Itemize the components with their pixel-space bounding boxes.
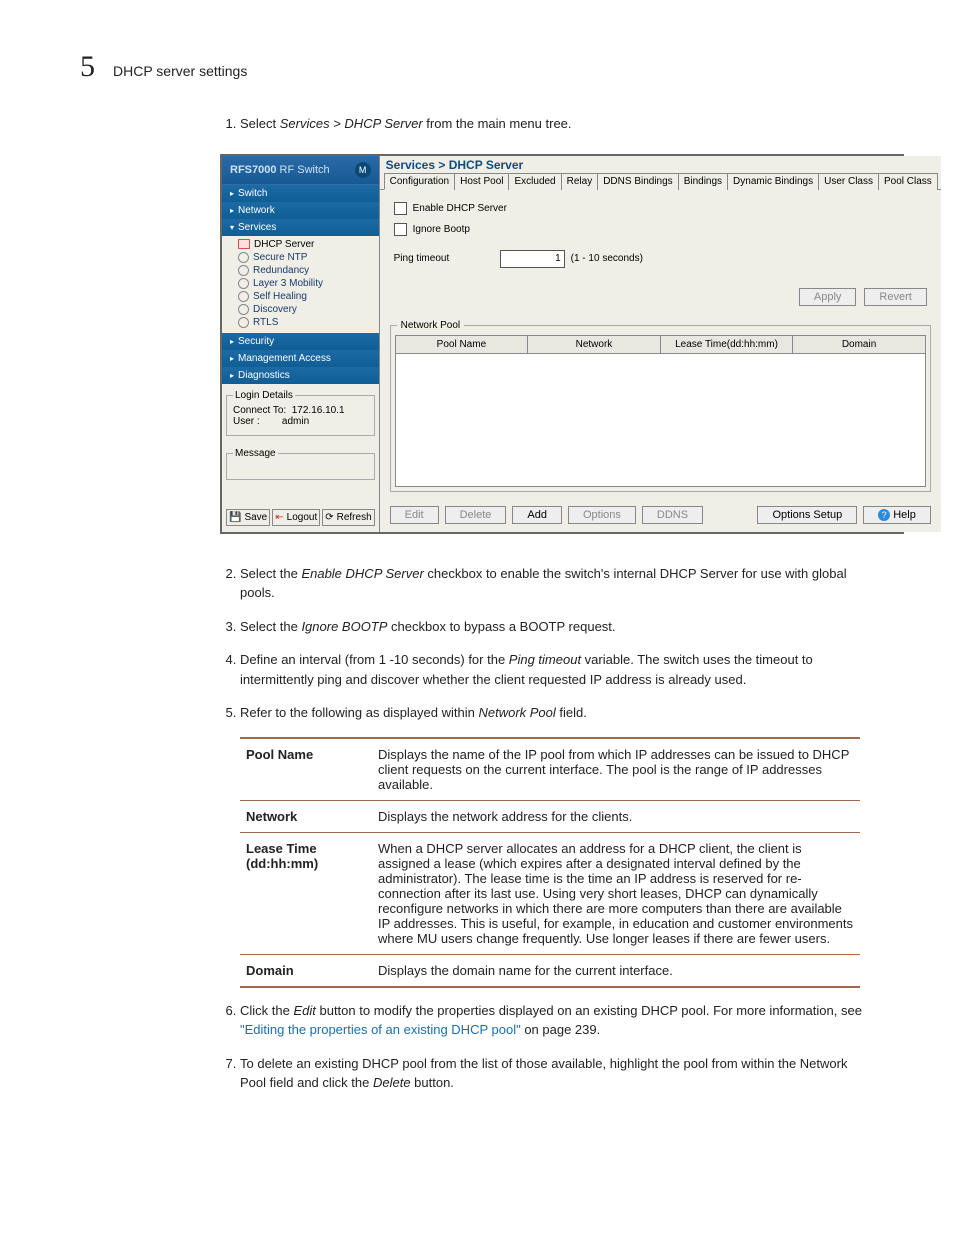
col-domain[interactable]: Domain — [793, 336, 925, 353]
step-3: Select the Ignore BOOTP checkbox to bypa… — [240, 617, 874, 637]
app-screenshot: RFS7000 RF Switch M ▸Switch ▸Network ▾Se… — [220, 154, 904, 534]
mobility-icon — [238, 278, 249, 289]
tab-relay[interactable]: Relay — [561, 173, 599, 190]
ignore-bootp-checkbox[interactable] — [394, 223, 407, 236]
step-2: Select the Enable DHCP Server checkbox t… — [240, 564, 874, 603]
nav-security[interactable]: ▸Security — [222, 333, 379, 350]
options-setup-button[interactable]: Options Setup — [757, 506, 857, 524]
nav-self-healing[interactable]: Self Healing — [238, 290, 379, 303]
sidebar: RFS7000 RF Switch M ▸Switch ▸Network ▾Se… — [222, 156, 380, 532]
message-box: Message — [226, 448, 375, 480]
page-number: 5 — [80, 50, 95, 84]
ping-timeout-input[interactable]: 1 — [500, 250, 565, 268]
options-button[interactable]: Options — [568, 506, 636, 524]
tab-user-class[interactable]: User Class — [818, 173, 879, 190]
refresh-button[interactable]: ⟳Refresh — [322, 509, 374, 526]
nav-discovery[interactable]: Discovery — [238, 303, 379, 316]
refresh-icon: ⟳ — [325, 512, 333, 523]
apply-button[interactable]: Apply — [799, 288, 857, 306]
tab-excluded[interactable]: Excluded — [508, 173, 561, 190]
tab-pool-class[interactable]: Pool Class — [878, 173, 938, 190]
edit-pool-link[interactable]: "Editing the properties of an existing D… — [240, 1022, 521, 1037]
content-pane: Services > DHCP Server Configuration Hos… — [380, 156, 941, 532]
nav-switch[interactable]: ▸Switch — [222, 185, 379, 202]
nav-management-access[interactable]: ▸Management Access — [222, 350, 379, 367]
rtls-icon — [238, 317, 249, 328]
field-description-table: Pool NameDisplays the name of the IP poo… — [240, 737, 860, 988]
delete-button[interactable]: Delete — [445, 506, 507, 524]
sidebar-title: RFS7000 RF Switch M — [222, 156, 379, 184]
tab-bar: Configuration Host Pool Excluded Relay D… — [380, 172, 941, 190]
add-button[interactable]: Add — [512, 506, 562, 524]
nav-diagnostics[interactable]: ▸Diagnostics — [222, 367, 379, 384]
nav-services-children: DHCP Server Secure NTP Redundancy Layer … — [222, 236, 379, 333]
discovery-icon — [238, 304, 249, 315]
step-1: Select Services > DHCP Server from the m… — [240, 114, 874, 134]
tab-configuration[interactable]: Configuration — [384, 173, 455, 190]
healing-icon — [238, 291, 249, 302]
clock-icon — [238, 252, 249, 263]
help-button[interactable]: ?Help — [863, 506, 931, 524]
redundancy-icon — [238, 265, 249, 276]
enable-dhcp-checkbox[interactable] — [394, 202, 407, 215]
ping-timeout-hint: (1 - 10 seconds) — [571, 253, 643, 264]
ignore-bootp-label: Ignore Bootp — [413, 224, 470, 235]
nav-layer3-mobility[interactable]: Layer 3 Mobility — [238, 277, 379, 290]
step-6: Click the Edit button to modify the prop… — [240, 1001, 874, 1040]
nav-dhcp-server[interactable]: DHCP Server — [238, 238, 379, 251]
brand-logo-icon: M — [355, 162, 371, 178]
ddns-button[interactable]: DDNS — [642, 506, 703, 524]
step-7: To delete an existing DHCP pool from the… — [240, 1054, 874, 1093]
step-5: Refer to the following as displayed with… — [240, 703, 874, 723]
nav-rtls[interactable]: RTLS — [238, 316, 379, 329]
edit-button[interactable]: Edit — [390, 506, 439, 524]
logout-icon: ⇤ — [275, 512, 283, 523]
tab-host-pool[interactable]: Host Pool — [454, 173, 509, 190]
ping-timeout-label: Ping timeout — [394, 253, 494, 264]
col-pool-name[interactable]: Pool Name — [396, 336, 529, 353]
col-lease-time[interactable]: Lease Time(dd:hh:mm) — [661, 336, 794, 353]
nav-network[interactable]: ▸Network — [222, 202, 379, 219]
network-pool-table[interactable]: Pool Name Network Lease Time(dd:hh:mm) D… — [395, 335, 926, 487]
page-title: DHCP server settings — [113, 63, 247, 79]
breadcrumb: Services > DHCP Server — [380, 156, 941, 172]
save-button[interactable]: 💾Save — [226, 509, 270, 526]
nav-services[interactable]: ▾Services — [222, 219, 379, 236]
dhcp-icon — [238, 239, 250, 249]
nav-redundancy[interactable]: Redundancy — [238, 264, 379, 277]
revert-button[interactable]: Revert — [864, 288, 926, 306]
tab-dynamic-bindings[interactable]: Dynamic Bindings — [727, 173, 819, 190]
enable-dhcp-label: Enable DHCP Server — [413, 203, 507, 214]
help-icon: ? — [878, 509, 890, 521]
col-network[interactable]: Network — [528, 336, 661, 353]
logout-button[interactable]: ⇤Logout — [272, 509, 320, 526]
tab-bindings[interactable]: Bindings — [678, 173, 728, 190]
tab-ddns-bindings[interactable]: DDNS Bindings — [597, 173, 678, 190]
network-pool-group: Network Pool Pool Name Network Lease Tim… — [390, 320, 931, 492]
step-4: Define an interval (from 1 -10 seconds) … — [240, 650, 874, 689]
login-details: Login Details Connect To: 172.16.10.1 Us… — [226, 390, 375, 436]
nav-secure-ntp[interactable]: Secure NTP — [238, 251, 379, 264]
save-icon: 💾 — [229, 512, 241, 523]
